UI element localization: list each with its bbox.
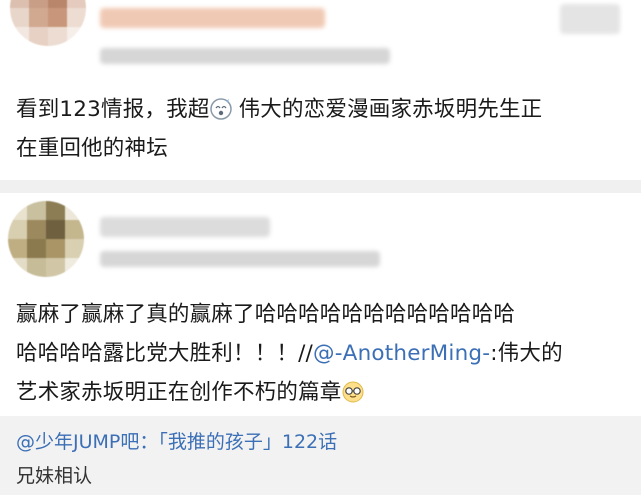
- sunglasses-emoji-icon: [342, 377, 364, 403]
- quoted-source-link[interactable]: @少年JUMP吧：「我推的孩子」122话: [16, 428, 337, 457]
- post-text-part: :伟大的: [490, 341, 563, 366]
- post-text-line: 赢麻了赢麻了真的赢麻了哈哈哈哈哈哈哈哈哈哈哈哈: [16, 302, 516, 327]
- quoted-title: 兄妹相认: [16, 465, 93, 487]
- mention-link[interactable]: @-AnotherMing-: [313, 341, 490, 366]
- post-2[interactable]: 赢麻了赢麻了真的赢麻了哈哈哈哈哈哈哈哈哈哈哈哈 哈哈哈哈露比党大胜利！！！//@…: [0, 193, 641, 416]
- post-text-part: 看到123情报，我超: [16, 97, 210, 122]
- post-text-part: 艺术家赤坂明正在创作不朽的篇章: [16, 380, 342, 405]
- username-blurred[interactable]: [100, 8, 325, 28]
- dizzy-face-emoji-icon: [209, 94, 232, 120]
- post-content: 赢麻了赢麻了真的赢麻了哈哈哈哈哈哈哈哈哈哈哈哈 哈哈哈哈露比党大胜利！！！//@…: [16, 295, 628, 412]
- user-avatar[interactable]: [8, 201, 84, 277]
- username-blurred[interactable]: [100, 217, 270, 237]
- badge-blurred: [560, 4, 620, 34]
- user-avatar[interactable]: [10, 0, 86, 46]
- quoted-source-text[interactable]: @少年JUMP吧：「我推的孩子」122话: [16, 431, 337, 453]
- quoted-post[interactable]: @少年JUMP吧：「我推的孩子」122话 兄妹相认: [0, 416, 641, 495]
- post-meta-blurred: [100, 48, 390, 64]
- post-meta-blurred: [100, 251, 380, 267]
- post-1[interactable]: 看到123情报，我超 伟大的恋爱漫画家赤坂明先生正 在重回他的神坛: [0, 0, 641, 180]
- post-text-line: 在重回他的神坛: [16, 136, 168, 161]
- post-text-part: 伟大的恋爱漫画家赤坂明先生正: [231, 97, 543, 122]
- post-text-part: 哈哈哈哈露比党大胜利！！！//: [16, 341, 313, 366]
- post-divider: [0, 180, 641, 193]
- post-content: 看到123情报，我超 伟大的恋爱漫画家赤坂明先生正 在重回他的神坛: [16, 90, 628, 168]
